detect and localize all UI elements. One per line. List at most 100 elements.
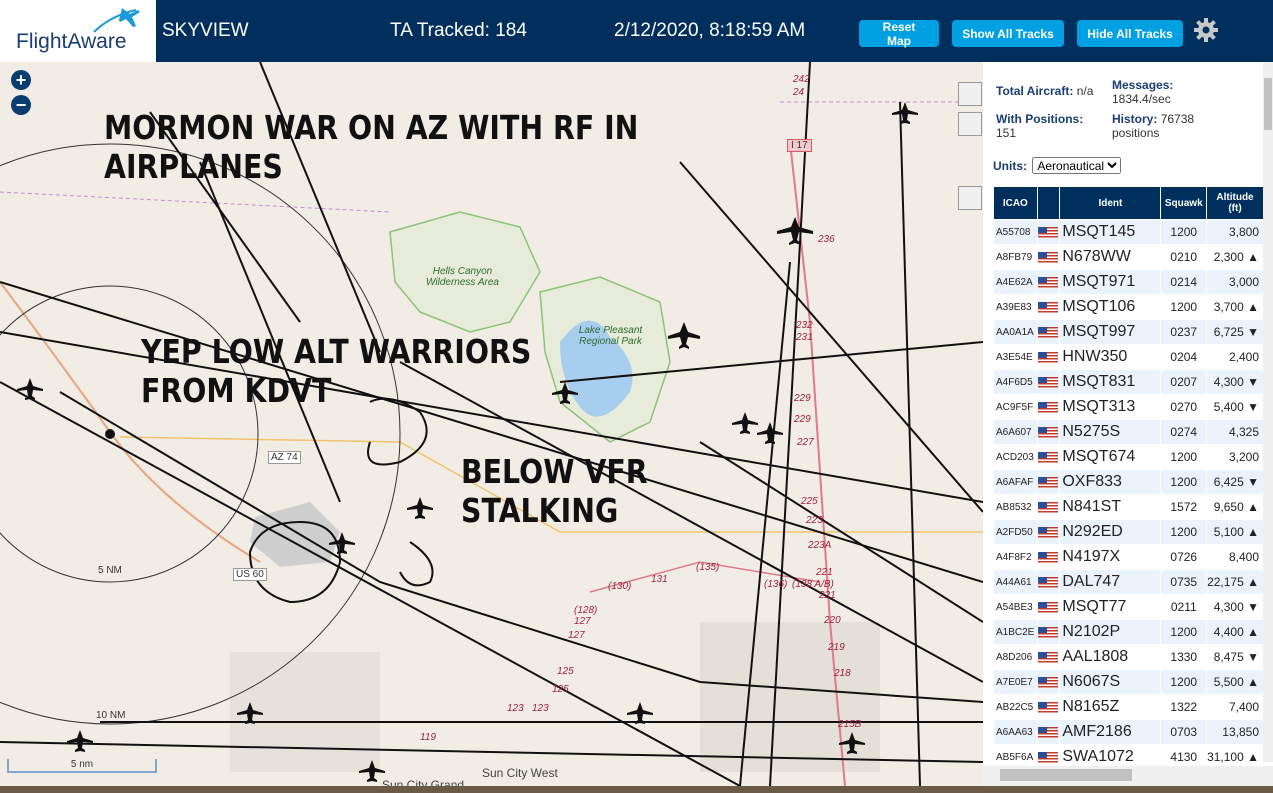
aircraft-icon [17,378,43,400]
vertical-scrollbar[interactable] [1263,62,1273,762]
flag-cell [1037,445,1060,469]
squawk-cell: 1200 [1161,445,1207,469]
flag-cell [1037,520,1060,544]
desktop-strip [0,786,1273,793]
icao-cell: A55708 [994,220,1037,244]
clock: 2/12/2020, 8:18:59 AM [614,20,806,41]
table-row[interactable]: AC9F5F MSQT313 0270 5,400 ▼ [994,395,1263,419]
horizontal-scroll-thumb[interactable] [1000,769,1132,781]
show-all-tracks-button[interactable]: Show All Tracks [952,20,1064,47]
vertical-scroll-thumb[interactable] [1264,78,1272,130]
us-flag-icon [1037,552,1058,564]
us-flag-icon [1037,527,1058,539]
table-row[interactable]: A6AFAF OXF833 1200 6,425 ▼ [994,470,1263,494]
us-flag-icon [1037,302,1058,314]
hide-all-tracks-button[interactable]: Hide All Tracks [1077,20,1183,47]
altitude-cell: 5,500 ▲ [1207,670,1263,694]
table-row[interactable]: A6AA63 AMF2186 0703 13,850 [994,720,1263,744]
us-flag-icon [1037,577,1058,589]
icao-cell: A3E54E [994,345,1037,369]
table-row[interactable]: A8D206 AAL1808 1330 8,475 ▼ [994,645,1263,669]
table-row[interactable]: A55708 MSQT145 1200 3,800 [994,220,1263,244]
altitude-cell: 8,475 ▼ [1207,645,1263,669]
road-number: 218 [834,668,851,679]
road-number: 127 [574,616,591,627]
total-aircraft-stat: Total Aircraft: n/a [996,84,1093,98]
road-number: 242 [793,74,810,85]
columns-icon[interactable] [958,186,982,210]
gear-icon[interactable] [1193,17,1219,43]
squawk-cell: 0214 [1161,270,1207,294]
aircraft-icon [757,422,783,444]
zoom-out-button[interactable]: − [11,95,31,115]
road-number: 123 [532,703,549,714]
col-ident[interactable]: Ident [1060,187,1161,219]
table-row[interactable]: A54BE3 MSQT77 0211 4,300 ▼ [994,595,1263,619]
icao-cell: A44A61 [994,570,1037,594]
road-number: 125 [552,684,569,695]
flag-cell [1037,320,1060,344]
table-row[interactable]: AA0A1A MSQT997 0237 6,725 ▼ [994,320,1263,344]
altitude-cell: 5,100 ▲ [1207,520,1263,544]
reset-map-button[interactable]: Reset Map [859,20,939,48]
col-squawk[interactable]: Squawk [1161,187,1207,219]
squawk-cell: 0204 [1161,345,1207,369]
table-row[interactable]: A44A61 DAL747 0735 22,175 ▲ [994,570,1263,594]
aircraft-icon [67,730,93,752]
ident-cell: N4197X [1060,545,1161,569]
flightaware-logo[interactable]: FlightAware [0,0,156,62]
table-row[interactable]: A6A607 N5275S 0274 4,325 [994,420,1263,444]
altitude-cell: 7,400 [1207,695,1263,719]
table-row[interactable]: A39E83 MSQT106 1200 3,700 ▲ [994,295,1263,319]
table-row[interactable]: ACD203 MSQT674 1200 3,200 [994,445,1263,469]
stat-label: Messages: [1112,78,1174,92]
flag-cell [1037,245,1060,269]
flag-cell [1037,570,1060,594]
table-row[interactable]: A4F8F2 N4197X 0726 8,400 [994,545,1263,569]
table-row[interactable]: A2FD50 N292ED 1200 5,100 ▲ [994,520,1263,544]
road-number: (130) [608,581,632,592]
squawk-cell: 0237 [1161,320,1207,344]
altitude-cell: 6,725 ▼ [1207,320,1263,344]
units-select[interactable]: Aeronautical [1032,157,1122,174]
top-header: FlightAware SKYVIEW TA Tracked: 184 2/12… [0,0,1273,62]
zoom-in-button[interactable]: + [11,70,31,90]
map-view[interactable]: + − MORMON WAR ON AZ WITH RF IN AIRPLANE… [0,62,983,786]
overlay-line: STALKING [461,491,619,530]
road-number: 123 [507,703,524,714]
flag-cell [1037,670,1060,694]
us-flag-icon [1037,702,1058,714]
us-flag-icon [1037,627,1058,639]
col-altitude[interactable]: Altitude (ft) [1207,187,1263,219]
table-row[interactable]: A4E62A MSQT971 0214 3,000 [994,270,1263,294]
altitude-cell: 4,325 [1207,420,1263,444]
table-row[interactable]: A3E54E HNW350 0204 2,400 [994,345,1263,369]
altitude-cell: 8,400 [1207,545,1263,569]
table-row[interactable]: A7E0E7 N6067S 1200 5,500 ▲ [994,670,1263,694]
squawk-cell: 0735 [1161,570,1207,594]
icao-cell: A4F6D5 [994,370,1037,394]
grid-icon[interactable] [958,112,982,136]
aircraft-icon [892,102,918,124]
overlay-line: YEP LOW ALT WARRIORS [141,332,532,371]
az74-label: AZ 74 [268,451,301,464]
us-flag-icon [1037,352,1058,364]
stat-value: 1834.4/sec [1112,92,1171,106]
boundary [0,191,391,213]
altitude-cell: 6,425 ▼ [1207,470,1263,494]
table-row[interactable]: AB8532 N841ST 1572 9,650 ▲ [994,495,1263,519]
us-flag-icon [1037,377,1058,389]
table-row[interactable]: AB22C5 N8165Z 1322 7,400 [994,695,1263,719]
col-icao[interactable]: ICAO [994,187,1037,219]
map-layers-icon[interactable] [958,82,982,106]
table-row[interactable]: A4F6D5 MSQT831 0207 4,300 ▼ [994,370,1263,394]
squawk-cell: 0211 [1161,595,1207,619]
squawk-cell: 0207 [1161,370,1207,394]
table-row[interactable]: A1BC2E N2102P 1200 4,400 ▲ [994,620,1263,644]
ident-cell: MSQT77 [1060,595,1161,619]
squawk-cell: 1200 [1161,470,1207,494]
ident-cell: MSQT997 [1060,320,1161,344]
table-row[interactable]: A8FB79 N678WW 0210 2,300 ▲ [994,245,1263,269]
road-number: 223 [806,515,823,526]
col-flag[interactable] [1037,187,1060,219]
